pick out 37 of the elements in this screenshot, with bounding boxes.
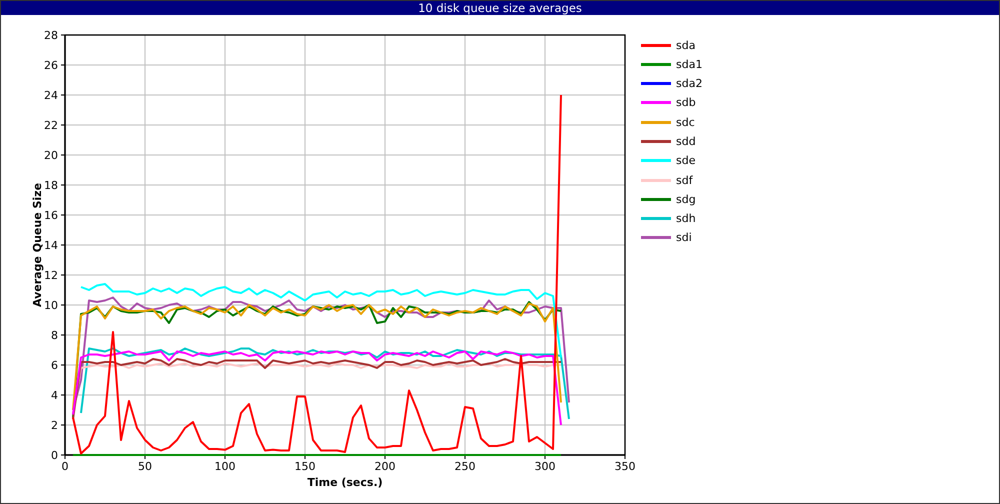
tick-label: 22 — [44, 119, 58, 132]
tick-label: 250 — [454, 460, 476, 473]
tick-label: 28 — [44, 29, 58, 42]
tick-label: 100 — [214, 460, 236, 473]
tick-label: 26 — [44, 59, 58, 72]
chart-title: 10 disk queue size averages — [1, 1, 999, 15]
tick-label: 12 — [44, 269, 58, 282]
legend-label: sdg — [676, 192, 696, 206]
tick-label: 16 — [44, 209, 58, 222]
tick-label: 0 — [51, 449, 58, 462]
tick-label: 6 — [51, 359, 58, 372]
legend-label: sdh — [676, 212, 696, 226]
tick-label: 10 — [44, 299, 58, 312]
tick-label: 200 — [374, 460, 396, 473]
legend-label: sdf — [676, 174, 693, 187]
legend-label: sdb — [676, 96, 696, 110]
tick-label: 24 — [44, 89, 58, 102]
legend-label: sda — [676, 38, 696, 52]
x-axis-title: Time (secs.) — [307, 476, 383, 489]
legend-label: sda2 — [676, 77, 702, 90]
tick-label: 300 — [534, 460, 556, 473]
tick-label: 0 — [62, 460, 68, 473]
tick-label: 8 — [51, 329, 58, 342]
legend-label: sdd — [676, 134, 696, 148]
legend-label: sda1 — [676, 58, 702, 71]
tick-label: 150 — [294, 460, 316, 473]
legend-label: sde — [676, 154, 696, 168]
tick-label: 14 — [44, 239, 58, 252]
y-axis-title: Average Queue Size — [31, 182, 44, 308]
tick-label: 4 — [51, 389, 58, 402]
tick-label: 350 — [614, 460, 636, 473]
legend-label: sdc — [676, 116, 695, 129]
tick-label: 50 — [138, 460, 152, 473]
tick-label: 2 — [51, 419, 58, 432]
tick-label: 20 — [44, 149, 58, 162]
legend-label: sdi — [676, 231, 692, 244]
tick-label: 18 — [44, 179, 58, 192]
